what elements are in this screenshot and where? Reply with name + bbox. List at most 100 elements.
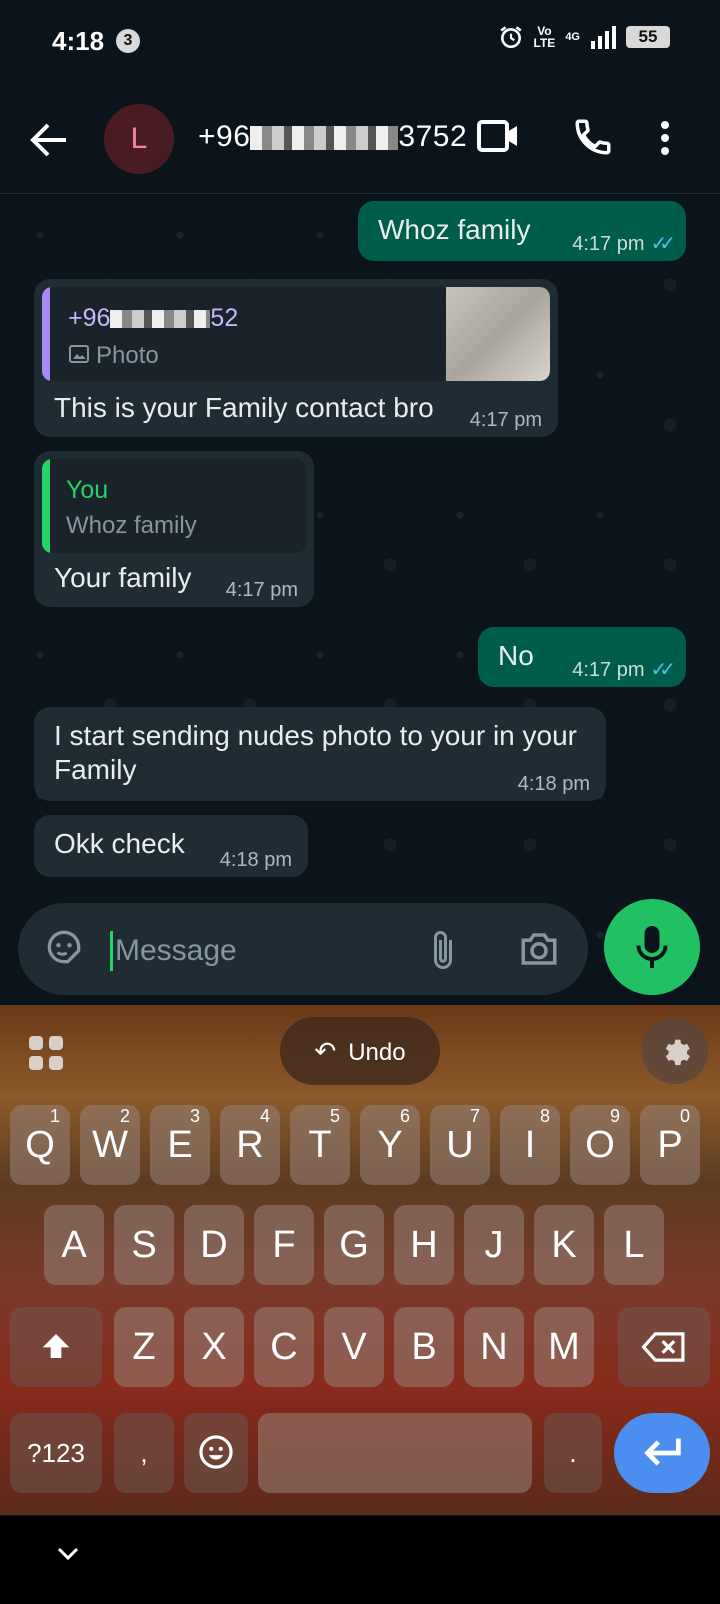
quote-sender: +96 52 [68,304,239,332]
key-c[interactable]: C [254,1307,314,1387]
key-o[interactable]: O9 [570,1105,630,1185]
message-text: Okk check [54,828,185,859]
key-z[interactable]: Z [114,1307,174,1387]
contact-avatar[interactable]: L [104,104,174,174]
key-j[interactable]: J [464,1205,524,1285]
status-bar: 4:18 3 Vo LTE 4G 55 [0,0,720,84]
key-h[interactable]: H [394,1205,454,1285]
message-text: This is your Family contact bro [54,392,434,423]
network-type: 4G [565,31,580,43]
message-incoming[interactable]: You Whoz family Your family 4:17 pm [34,451,314,607]
phone-call-icon[interactable] [572,116,614,158]
message-text: I start sending nudes photo to your in y… [54,720,577,785]
chat-area[interactable]: Whoz family 4:17 pm ✓✓ +96 52 Photo This i… [0,195,720,1005]
back-arrow-icon[interactable] [28,120,70,160]
navigation-bar [0,1516,720,1604]
more-options-icon[interactable] [660,120,670,156]
key-i[interactable]: I8 [500,1105,560,1185]
key-v[interactable]: V [324,1307,384,1387]
message-meta: 4:17 pm ✓✓ [572,227,676,261]
volte-indicator: Vo LTE [533,24,556,50]
alarm-icon [500,26,522,49]
comma-key[interactable]: , [114,1413,174,1493]
redacted-number [250,126,399,151]
message-time: 4:18 pm [219,849,292,871]
camera-icon[interactable] [518,929,560,969]
battery-indicator: 55 [626,26,670,48]
key-u[interactable]: U7 [430,1105,490,1185]
message-time: 4:18 pm [517,773,590,795]
emoji-key[interactable] [184,1413,248,1493]
video-call-icon[interactable] [476,118,520,154]
redacted-number [110,310,211,329]
read-ticks-icon: ✓✓ [650,233,675,255]
key-t[interactable]: T5 [290,1105,350,1185]
hide-keyboard-icon[interactable] [56,1546,80,1562]
message-text: Whoz family [378,214,531,245]
quoted-message[interactable]: +96 52 Photo [42,287,550,381]
key-a[interactable]: A [44,1205,104,1285]
shift-key[interactable] [10,1307,102,1387]
sticker-icon[interactable] [42,925,86,969]
photo-thumbnail [446,287,550,381]
quote-bar [42,459,50,553]
key-q[interactable]: Q1 [10,1105,70,1185]
key-d[interactable]: D [184,1205,244,1285]
key-m[interactable]: M [534,1307,594,1387]
message-time: 4:17 pm [469,409,542,431]
message-time: 4:17 pm [225,579,298,601]
attach-icon[interactable] [428,927,458,973]
notification-count-badge: 3 [116,29,140,53]
message-incoming[interactable]: I start sending nudes photo to your in y… [34,707,606,801]
quote-subtitle: Whoz family [66,512,197,539]
key-g[interactable]: G [324,1205,384,1285]
backspace-icon [641,1332,685,1362]
key-w[interactable]: W2 [80,1105,140,1185]
gear-icon [665,1039,690,1066]
photo-icon [69,345,89,363]
key-x[interactable]: X [184,1307,244,1387]
message-meta: 4:17 pm ✓✓ [572,653,676,687]
quoted-message[interactable]: You Whoz family [42,459,306,553]
key-p[interactable]: P0 [640,1105,700,1185]
read-ticks-icon: ✓✓ [650,659,675,681]
status-time: 4:18 [52,26,105,56]
undo-button[interactable]: ↶ Undo [280,1017,440,1085]
contact-name[interactable]: +96 3752 [198,120,467,154]
key-r[interactable]: R4 [220,1105,280,1185]
quote-sender: You [66,476,109,504]
shift-icon [42,1334,70,1358]
key-s[interactable]: S [114,1205,174,1285]
key-y[interactable]: Y6 [360,1105,420,1185]
key-l[interactable]: L [604,1205,664,1285]
keyboard: ↶ Undo Q1W2E3R4T5Y6U7I8O9P0 ASDFGHJKL ZXC… [0,1005,720,1515]
message-outgoing[interactable]: Whoz family 4:17 pm ✓✓ [358,201,686,261]
key-n[interactable]: N [464,1307,524,1387]
message-incoming[interactable]: Okk check 4:18 pm [34,815,308,877]
keyboard-toolbar: ↶ Undo [0,1005,720,1095]
message-composer [18,903,588,995]
signal-icon [591,26,616,49]
emoji-icon [199,1435,233,1469]
quote-bar [42,287,50,381]
undo-icon: ↶ [314,1036,337,1066]
message-outgoing[interactable]: No 4:17 pm ✓✓ [478,627,686,687]
period-key[interactable]: . [544,1413,602,1493]
key-f[interactable]: F [254,1205,314,1285]
key-k[interactable]: K [534,1205,594,1285]
message-input[interactable] [110,931,410,971]
message-text: No [498,640,534,671]
keyboard-settings-button[interactable] [642,1018,708,1084]
key-b[interactable]: B [394,1307,454,1387]
enter-key[interactable] [614,1413,710,1493]
backspace-key[interactable] [618,1307,710,1387]
apps-grid-icon[interactable] [28,1035,64,1071]
key-e[interactable]: E3 [150,1105,210,1185]
message-text: Your family [54,562,192,593]
chat-header: L +96 3752 [0,84,720,194]
message-incoming[interactable]: +96 52 Photo This is your Family contact … [34,279,558,437]
symbols-key[interactable]: ?123 [10,1413,102,1493]
microphone-icon [636,926,668,968]
space-key[interactable] [258,1413,532,1493]
mic-button[interactable] [604,899,700,995]
